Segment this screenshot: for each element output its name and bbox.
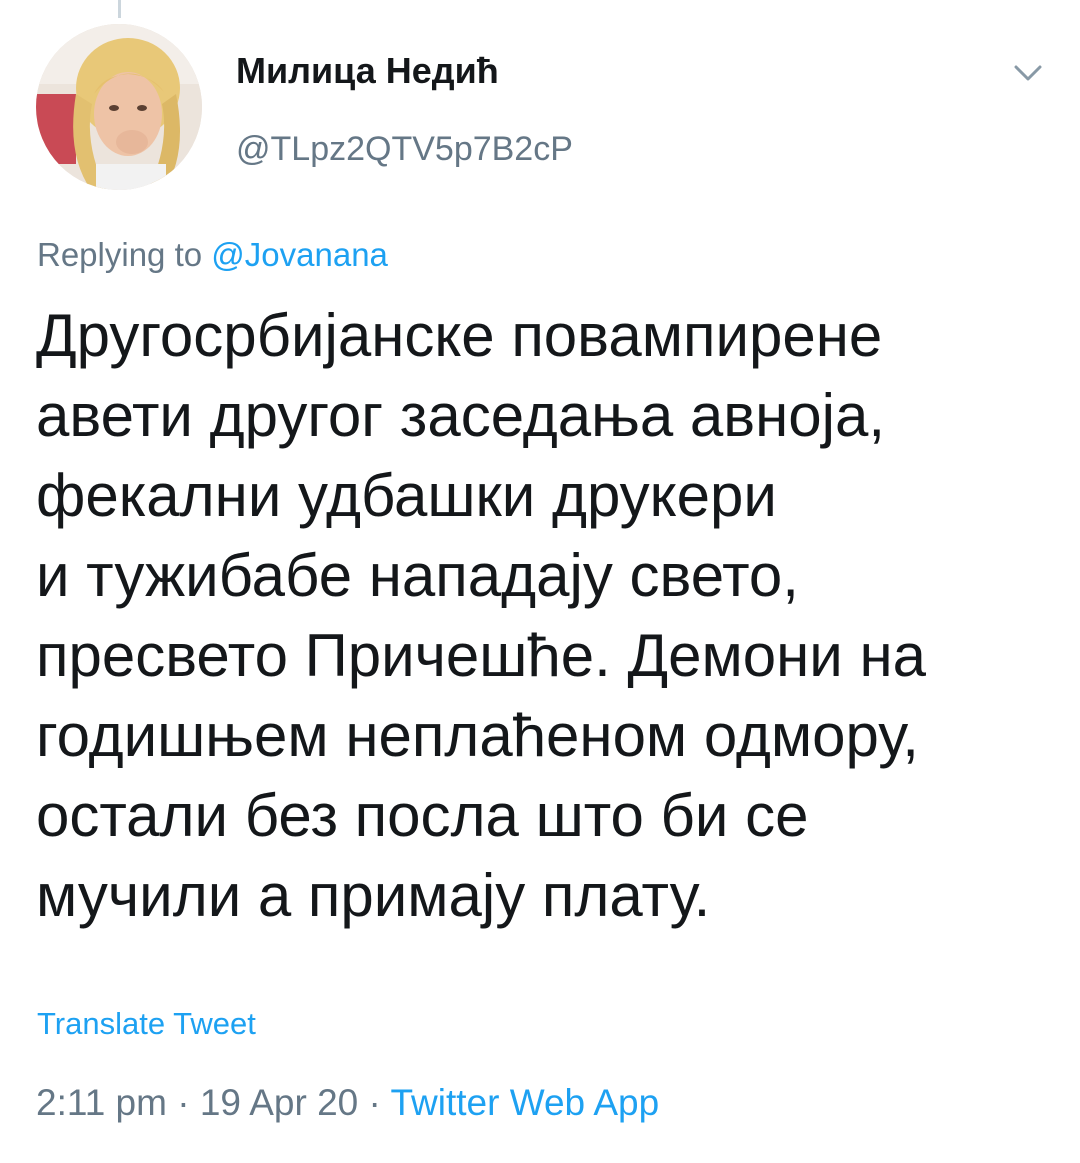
tweet-text-line: Другосрбијанске повампирене xyxy=(36,302,883,369)
reply-context: Replying to @Jovanana xyxy=(37,236,388,274)
tweet-source-link[interactable]: Twitter Web App xyxy=(390,1082,659,1123)
author-display-name[interactable]: Милица Недић xyxy=(236,50,499,92)
user-avatar-photo-icon xyxy=(36,24,202,190)
tweet-text-line: пресвето Причешће. Демони на xyxy=(36,622,926,689)
tweet-text-line: мучили а примају плату. xyxy=(36,862,711,929)
tweet-time[interactable]: 2:11 pm xyxy=(36,1082,167,1123)
thread-connector-line xyxy=(118,0,121,18)
tweet-date[interactable]: 19 Apr 20 xyxy=(200,1082,358,1123)
tweet-text-line: фекални удбашки друкери xyxy=(36,462,777,529)
meta-separator: · xyxy=(177,1082,190,1123)
tweet-metadata: 2:11 pm · 19 Apr 20 · Twitter Web App xyxy=(36,1082,659,1124)
author-handle[interactable]: @TLpz2QTV5p7B2cP xyxy=(236,130,573,169)
chevron-down-icon xyxy=(1014,65,1042,81)
tweet-text-line: и тужибабе нападају свето, xyxy=(36,542,799,609)
translate-tweet-link[interactable]: Translate Tweet xyxy=(37,1006,256,1042)
meta-separator: · xyxy=(368,1082,381,1123)
tweet-text: Другосрбијанске повампирене авети другог… xyxy=(36,296,1046,936)
tweet-text-line: остали без посла што би се xyxy=(36,782,809,849)
tweet-text-line: авети другог заседања авноја, xyxy=(36,382,886,449)
reply-mention-link[interactable]: @Jovanana xyxy=(211,236,388,273)
reply-context-prefix: Replying to xyxy=(37,236,203,273)
tweet-text-line: годишњем неплаћеном одмору, xyxy=(36,702,919,769)
author-avatar[interactable] xyxy=(36,24,202,190)
tweet-menu-button[interactable] xyxy=(1006,56,1050,90)
